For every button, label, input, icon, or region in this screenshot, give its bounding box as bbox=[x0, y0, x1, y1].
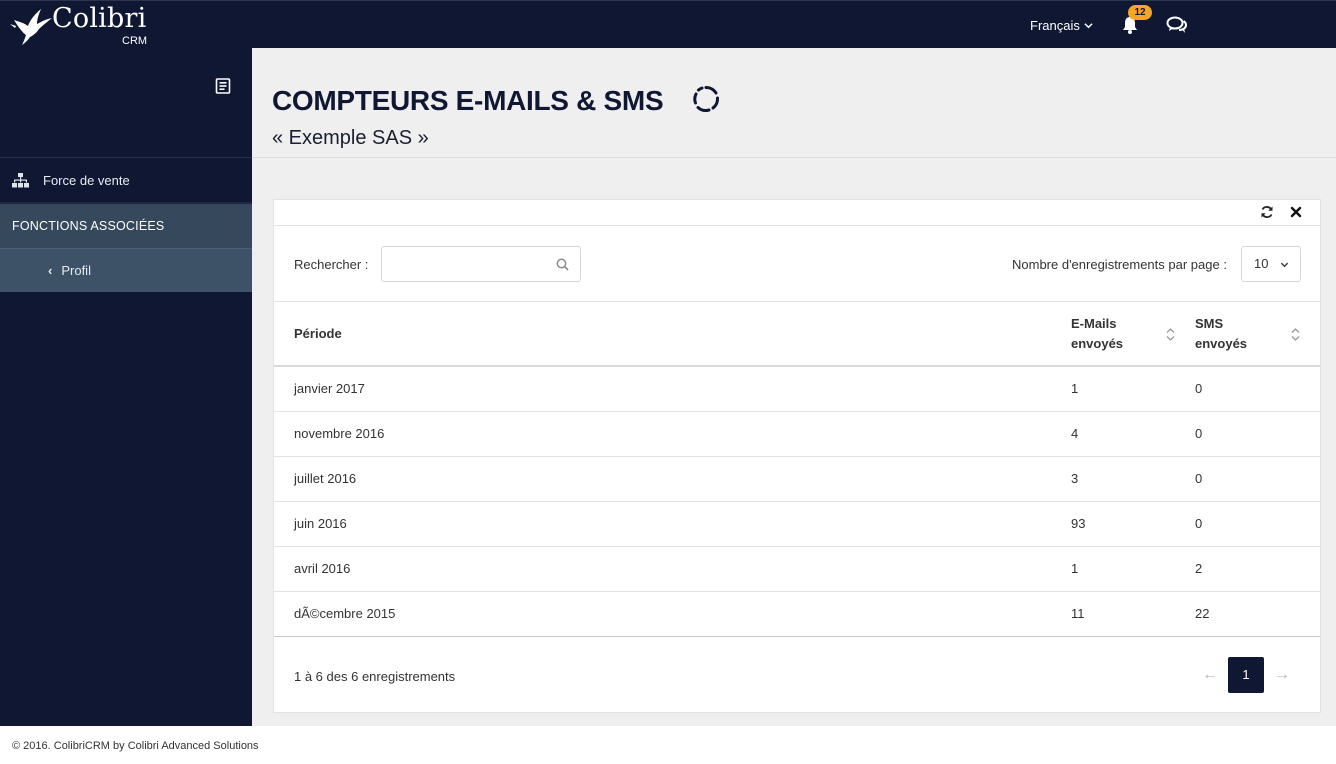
table-info: 1 à 6 des 6 enregistrements bbox=[294, 669, 456, 684]
contact-book-icon[interactable] bbox=[215, 78, 231, 94]
sidebar-subitem-label: Profil bbox=[61, 263, 91, 278]
sidebar-section-fonctions-associees: FONCTIONS ASSOCIÉES bbox=[0, 204, 252, 248]
language-selector[interactable]: Français bbox=[1030, 18, 1093, 33]
table-row: juin 2016 93 0 bbox=[274, 501, 1320, 547]
column-header-emails[interactable]: E-Mails envoyés bbox=[1071, 302, 1195, 367]
footer-copyright: © 2016. ColibriCRM by Colibri Advanced S… bbox=[12, 740, 259, 752]
chevron-down-icon bbox=[1280, 262, 1289, 268]
cell-sms: 22 bbox=[1195, 591, 1320, 637]
sidebar-item-label: Force de vente bbox=[43, 172, 130, 188]
cell-period: avril 2016 bbox=[274, 546, 1071, 592]
cell-emails: 93 bbox=[1071, 501, 1195, 547]
top-bar: Colibri CRM Français 12 bbox=[0, 0, 1336, 48]
search-input[interactable] bbox=[382, 247, 580, 281]
panel-toolbar bbox=[274, 200, 1320, 226]
page-header: COMPTEURS E-MAILS & SMS « Exemple SAS » bbox=[252, 48, 1336, 158]
column-header-label: E-Mails envoyés bbox=[1071, 315, 1124, 351]
sort-icon bbox=[1166, 328, 1175, 341]
page-subtitle: « Exemple SAS » bbox=[272, 127, 429, 149]
column-header-periode[interactable]: Période bbox=[274, 302, 1071, 367]
table-header-row: Période E-Mails envoyés SMS envoyés bbox=[274, 302, 1320, 367]
sort-icon bbox=[1291, 328, 1300, 341]
refresh-icon[interactable] bbox=[1260, 205, 1274, 219]
hummingbird-logo-icon bbox=[10, 9, 52, 45]
pagination-next-button[interactable]: → bbox=[1264, 657, 1300, 693]
footer: © 2016. ColibriCRM by Colibri Advanced S… bbox=[0, 726, 1336, 764]
sidebar-item-force-de-vente[interactable]: Force de vente bbox=[0, 158, 252, 204]
pagination-page-button[interactable]: 1 bbox=[1228, 657, 1264, 693]
column-header-label: SMS envoyés bbox=[1195, 315, 1248, 351]
counters-table: Période E-Mails envoyés SMS envoyés janv… bbox=[274, 302, 1320, 637]
pagination: ← 1 → bbox=[1192, 657, 1300, 693]
search-icon bbox=[556, 258, 569, 271]
page-title: COMPTEURS E-MAILS & SMS bbox=[272, 85, 664, 116]
per-page-label: Nombre d'enregistrements par page : bbox=[1012, 257, 1227, 272]
loading-spinner-icon bbox=[693, 85, 720, 112]
table-controls: Rechercher : Nombre d'enregistrements pa… bbox=[274, 226, 1320, 302]
cell-sms: 0 bbox=[1195, 456, 1320, 502]
chevron-left-icon: ‹ bbox=[48, 263, 53, 278]
search-label: Rechercher : bbox=[294, 257, 369, 272]
chevron-down-icon bbox=[1084, 23, 1093, 29]
table-row: janvier 2017 1 0 bbox=[274, 366, 1320, 412]
per-page-select[interactable]: 10 bbox=[1241, 246, 1301, 282]
column-header-sms[interactable]: SMS envoyés bbox=[1195, 302, 1320, 367]
sidebar-subitem-profil[interactable]: ‹ Profil bbox=[0, 248, 252, 292]
cell-period: dÃ©cembre 2015 bbox=[274, 591, 1071, 637]
cell-emails: 11 bbox=[1071, 591, 1195, 637]
sidebar: Force de vente FONCTIONS ASSOCIÉES ‹ Pro… bbox=[0, 48, 252, 726]
cell-emails: 3 bbox=[1071, 456, 1195, 502]
cell-emails: 1 bbox=[1071, 366, 1195, 412]
table-row: juillet 2016 3 0 bbox=[274, 456, 1320, 502]
table-row: dÃ©cembre 2015 11 22 bbox=[274, 591, 1320, 637]
cell-period: novembre 2016 bbox=[274, 411, 1071, 457]
cell-sms: 0 bbox=[1195, 501, 1320, 547]
cell-sms: 0 bbox=[1195, 411, 1320, 457]
cell-emails: 4 bbox=[1071, 411, 1195, 457]
sidebar-header bbox=[0, 48, 252, 158]
cell-period: juillet 2016 bbox=[274, 456, 1071, 502]
sitemap-icon bbox=[12, 172, 29, 187]
notification-badge[interactable]: 12 bbox=[1128, 5, 1152, 20]
cell-emails: 1 bbox=[1071, 546, 1195, 592]
column-header-label: Période bbox=[294, 326, 342, 341]
close-icon[interactable] bbox=[1289, 205, 1303, 219]
cell-period: janvier 2017 bbox=[274, 366, 1071, 412]
search-field bbox=[381, 246, 581, 282]
cell-period: juin 2016 bbox=[274, 501, 1071, 547]
logo[interactable]: Colibri CRM bbox=[10, 3, 160, 47]
brand-name: Colibri bbox=[52, 3, 147, 34]
counters-panel: Rechercher : Nombre d'enregistrements pa… bbox=[273, 199, 1321, 713]
chat-icon[interactable] bbox=[1166, 15, 1188, 35]
cell-sms: 2 bbox=[1195, 546, 1320, 592]
language-label: Français bbox=[1030, 18, 1080, 33]
table-row: avril 2016 1 2 bbox=[274, 546, 1320, 592]
brand-subtitle: CRM bbox=[122, 35, 148, 47]
pagination-prev-button[interactable]: ← bbox=[1192, 657, 1228, 693]
cell-sms: 0 bbox=[1195, 366, 1320, 412]
per-page-value: 10 bbox=[1254, 256, 1269, 271]
table-row: novembre 2016 4 0 bbox=[274, 411, 1320, 457]
